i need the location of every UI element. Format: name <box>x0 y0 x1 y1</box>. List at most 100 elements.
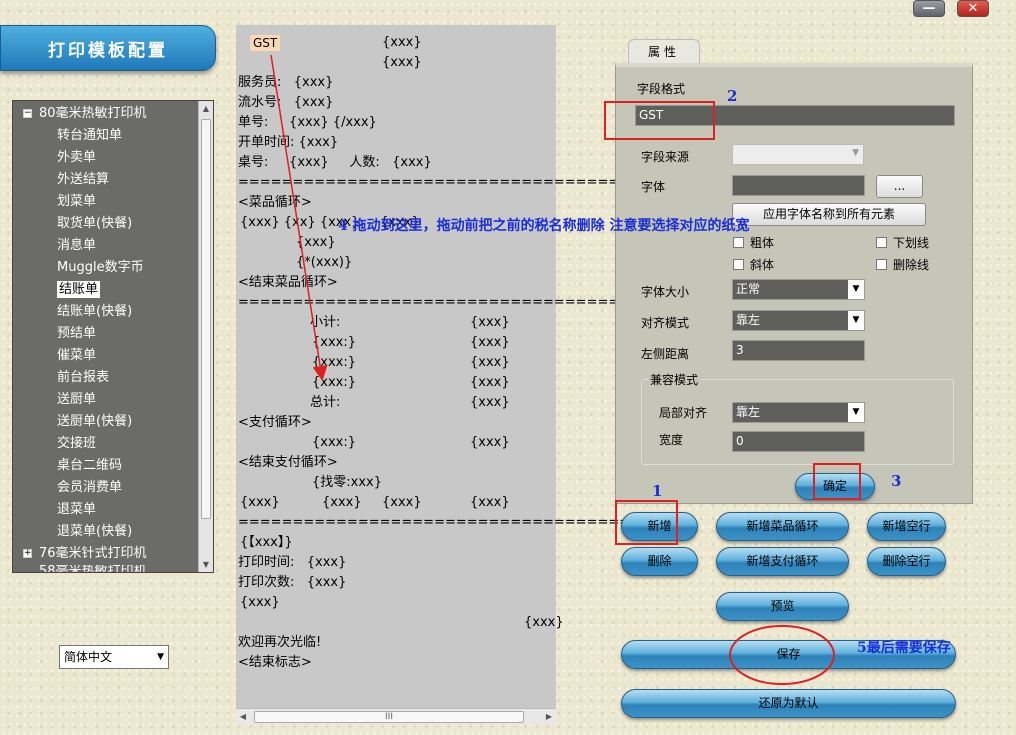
receipt-line[interactable]: <菜品循环> <box>238 195 312 211</box>
receipt-line[interactable]: {【xxx】} <box>240 535 293 551</box>
tree-item[interactable]: 外送结算 <box>57 169 109 191</box>
receipt-line[interactable]: ====================================== <box>238 295 652 311</box>
receipt-line[interactable]: {xxx:} <box>312 375 356 391</box>
receipt-line[interactable]: {xxx} <box>240 495 280 511</box>
receipt-line[interactable]: <结束标志> <box>238 655 312 671</box>
receipt-line[interactable]: {xxx} <box>470 495 510 511</box>
receipt-line[interactable]: 服务员: {xxx} <box>238 75 333 91</box>
receipt-line[interactable]: {xxx:} <box>312 335 356 351</box>
font-picker-button[interactable]: ... <box>876 175 923 198</box>
hscroll-thumb[interactable]: III <box>254 711 524 723</box>
collapse-icon[interactable]: − <box>23 109 32 118</box>
tree-item[interactable]: 预结单 <box>57 323 96 345</box>
receipt-line[interactable]: 打印时间: {xxx} <box>238 555 346 571</box>
tree-item[interactable]: 催菜单 <box>57 345 96 367</box>
language-select[interactable]: 简体中文 ▼ <box>59 645 169 669</box>
close-button[interactable]: ✕ <box>957 0 989 17</box>
tree-item[interactable]: 退菜单(快餐) <box>57 521 132 543</box>
tree-item[interactable]: 取货单(快餐) <box>57 213 132 235</box>
receipt-line[interactable]: 流水号: {xxx} <box>238 95 333 111</box>
tree-item[interactable]: 交接班 <box>57 433 96 455</box>
template-tree[interactable]: − 80毫米热敏打印机 转台通知单 外卖单 外送结算 划菜单 取货单(快餐) 消息单 Mug… <box>12 100 214 573</box>
gst-field[interactable]: GST <box>250 35 281 51</box>
tree-item[interactable]: 送厨单(快餐) <box>57 411 132 433</box>
italic-checkbox[interactable]: 斜体 <box>733 258 774 272</box>
tree-item[interactable]: 前台报表 <box>57 367 109 389</box>
tree-group-80mm[interactable]: − 80毫米热敏打印机 <box>23 103 147 125</box>
align-select[interactable]: 靠左 ▼ <box>732 310 865 331</box>
receipt-line[interactable]: <结束菜品循环> <box>238 275 338 291</box>
scroll-left-icon[interactable]: ◀ <box>236 709 250 725</box>
delete-blank-line-button[interactable]: 删除空行 <box>867 547 946 576</box>
receipt-line[interactable]: 打印次数: {xxx} <box>238 575 346 591</box>
receipt-line[interactable]: {xxx} <box>322 495 362 511</box>
expand-icon[interactable]: + <box>23 549 32 558</box>
tree-item[interactable]: 转台通知单 <box>57 125 122 147</box>
receipt-line[interactable]: ====================================== <box>238 175 652 191</box>
receipt-line[interactable]: 桌号: {xxx} 人数: {xxx} <box>238 155 432 171</box>
receipt-hscrollbar[interactable]: ◀ III ▶ <box>236 708 556 725</box>
receipt-line[interactable]: {xxx} <box>524 615 564 631</box>
receipt-line[interactable]: {xxx} <box>240 595 280 611</box>
scroll-right-icon[interactable]: ▶ <box>542 709 556 725</box>
tree-item[interactable]: 消息单 <box>57 235 96 257</box>
underline-checkbox[interactable]: 下划线 <box>876 236 929 250</box>
receipt-line[interactable]: 小计: <box>310 315 340 331</box>
tree-group-76mm[interactable]: + 76毫米针式打印机 <box>23 543 147 565</box>
font-input[interactable] <box>732 175 865 196</box>
scroll-down-icon[interactable]: ▼ <box>199 557 213 572</box>
tree-item[interactable]: 退菜单 <box>57 499 96 521</box>
tree-item[interactable]: 划菜单 <box>57 191 96 213</box>
receipt-line[interactable]: {xxx} <box>470 335 510 351</box>
local-align-select[interactable]: 靠左 ▼ <box>732 402 865 423</box>
tree-item[interactable]: 结账单 <box>57 279 101 301</box>
left-margin-input[interactable]: 3 <box>732 340 865 361</box>
scroll-up-icon[interactable]: ▲ <box>199 101 213 116</box>
preview-button[interactable]: 预览 <box>716 592 849 621</box>
receipt-line[interactable]: 单号: {xxx} {/xxx} <box>238 115 377 131</box>
receipt-line[interactable]: <支付循环> <box>238 415 312 431</box>
delete-button[interactable]: 删除 <box>621 547 698 576</box>
receipt-line[interactable]: {xxx:} <box>312 435 356 451</box>
receipt-line[interactable]: {xxx:} <box>312 355 356 371</box>
receipt-line[interactable]: {xxx} <box>470 315 510 331</box>
tree-item[interactable]: 外卖单 <box>57 147 96 169</box>
field-source-select[interactable]: ▼ <box>732 144 864 165</box>
tree-scrollbar[interactable]: ▲ ▼ <box>198 101 213 572</box>
minimize-button[interactable]: — <box>913 0 945 17</box>
tree-item[interactable]: 桌台二维码 <box>57 455 122 477</box>
receipt-line[interactable]: {xxx} <box>382 35 422 51</box>
receipt-line[interactable]: {xxx} <box>382 495 422 511</box>
add-blank-line-button[interactable]: 新增空行 <box>867 512 946 541</box>
receipt-line[interactable]: {xxx} <box>296 235 336 251</box>
bold-checkbox[interactable]: 粗体 <box>733 236 774 250</box>
tree-item[interactable]: 结账单(快餐) <box>57 301 132 323</box>
receipt-line[interactable]: {*(xxx)} <box>296 255 352 271</box>
scroll-thumb[interactable] <box>201 119 211 519</box>
receipt-line[interactable]: {xxx} <box>470 355 510 371</box>
strikethrough-checkbox[interactable]: 删除线 <box>876 258 929 272</box>
receipt-line[interactable]: {xxx} <box>382 55 422 71</box>
tree-item[interactable]: 送厨单 <box>57 389 96 411</box>
receipt-line[interactable]: <结束支付循环> <box>238 455 338 471</box>
add-dish-loop-button[interactable]: 新增菜品循环 <box>716 512 849 541</box>
receipt-line[interactable]: {xxx} <box>470 375 510 391</box>
receipt-line[interactable]: 开单时间: {xxx} <box>238 135 338 151</box>
tree-group-58mm[interactable]: 58毫米热敏打印机 <box>39 565 147 572</box>
tree-item-label: 前台报表 <box>57 370 110 385</box>
receipt-line[interactable]: {找零:xxx} <box>312 475 382 491</box>
receipt-line[interactable]: {xxx} <box>470 435 510 451</box>
receipt-line[interactable]: 欢迎再次光临! <box>238 635 321 651</box>
add-payment-loop-button[interactable]: 新增支付循环 <box>716 547 849 576</box>
receipt-preview[interactable]: GST {xxx} {xxx} 服务员: {xxx} 流水号: {xxx} 单号: {x… <box>236 25 652 725</box>
tree-item[interactable]: 会员消费单 <box>57 477 122 499</box>
tab-properties[interactable]: 属性 <box>628 39 700 65</box>
tree-item[interactable]: Muggle数字币 <box>57 257 144 279</box>
receipt-line[interactable]: {xxx} <box>470 395 510 411</box>
apply-font-all-button[interactable]: 应用字体名称到所有元素 <box>732 203 926 226</box>
receipt-line[interactable]: 总计: <box>310 395 340 411</box>
restore-default-button[interactable]: 还原为默认 <box>621 689 956 718</box>
receipt-line[interactable]: ====================================== <box>238 515 652 531</box>
width-input[interactable]: 0 <box>732 431 865 452</box>
font-size-select[interactable]: 正常 ▼ <box>732 279 865 300</box>
